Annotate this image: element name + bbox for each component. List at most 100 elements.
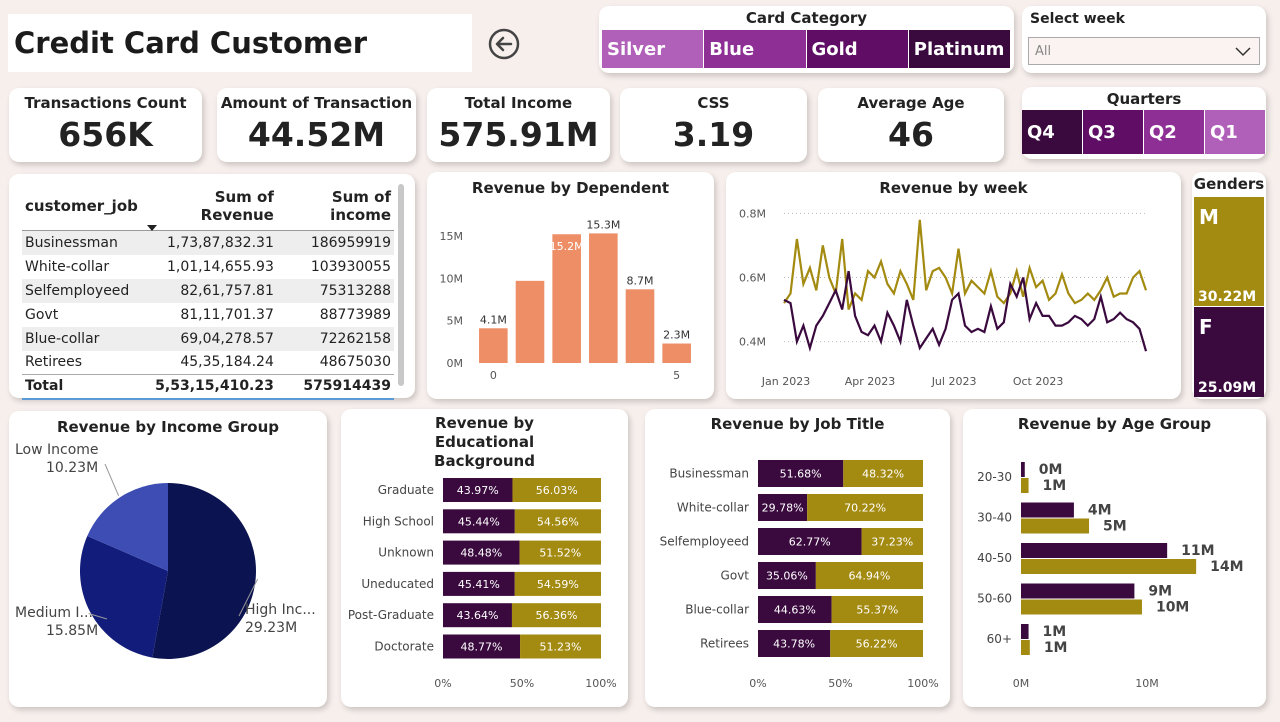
kpi-label: Amount of Transaction [220, 94, 413, 112]
table-row[interactable]: Retirees 45,35,184.24 48675030 [22, 351, 394, 375]
gender-value: 30.22M [1198, 289, 1257, 305]
card-category-chip-platinum[interactable]: Platinum [908, 30, 1011, 68]
bar[interactable] [1021, 502, 1074, 518]
revenue-by-week-card: Revenue by week 0.4M 0.6M 0.8M Jan 2023 Apr … [726, 172, 1181, 399]
table-cell: 45,35,184.24 [180, 354, 274, 371]
bar[interactable] [552, 234, 581, 363]
bar[interactable] [515, 280, 545, 363]
bar[interactable] [1021, 518, 1090, 534]
card-category-chip-blue[interactable]: Blue [704, 30, 807, 68]
column-header-sum-of-income[interactable]: Sum of income [276, 184, 394, 231]
kpi-value: 656K [58, 115, 153, 154]
category-label: White-collar [677, 501, 749, 515]
genders-title: Genders [1193, 175, 1265, 193]
back-arrow-icon[interactable] [488, 28, 520, 60]
slice-label: Low Income [15, 442, 99, 458]
slice-value: 29.23M [245, 620, 297, 636]
category-label: High School [363, 514, 434, 528]
category-label: 40-50 [977, 551, 1012, 565]
gender-tile-f[interactable]: F 25.09M [1194, 307, 1264, 397]
table-row[interactable]: White-collar 1,01,14,655.93 103930055 [22, 255, 394, 279]
category-label: 50-60 [977, 592, 1012, 606]
data-label: 10M [1156, 600, 1189, 616]
segment-label: 43.97% [457, 484, 499, 497]
quarter-chip-q3[interactable]: Q3 [1083, 110, 1144, 154]
category-label: Uneducated [361, 577, 434, 591]
revenue-by-income-group-card: Revenue by Income Group High Inc... 29.23… [9, 411, 327, 707]
bar[interactable] [1021, 640, 1030, 655]
table-total-cell: 5,53,15,410.23 [140, 374, 277, 400]
table-row[interactable]: Selfemployeed 82,61,757.81 75313288 [22, 278, 394, 303]
bar[interactable] [1021, 599, 1142, 615]
quarter-chip-q4[interactable]: Q4 [1022, 110, 1083, 154]
x-tick-label: 50% [510, 677, 534, 690]
bar[interactable] [625, 289, 655, 363]
data-label: 9M [1148, 584, 1172, 600]
y-tick-label: 15M [440, 230, 464, 243]
segment-label: 48.77% [461, 641, 503, 654]
table-cell: 103930055 [310, 258, 391, 275]
bar[interactable] [1021, 559, 1197, 574]
data-label: 14M [1210, 559, 1243, 575]
table-scrollbar[interactable] [398, 184, 404, 386]
bar[interactable] [1021, 478, 1029, 493]
segment-label: 37.23% [871, 536, 913, 549]
column-header-label: Sum of Revenue [200, 188, 274, 224]
x-tick-label: 100% [585, 677, 616, 690]
quarter-chip-q2[interactable]: Q2 [1144, 110, 1205, 154]
gender-tile-m[interactable]: M 30.22M [1194, 197, 1264, 306]
bar[interactable] [1021, 462, 1025, 477]
select-week-dropdown[interactable]: All [1028, 37, 1260, 65]
x-tick-label: 100% [907, 677, 938, 690]
select-week-value: All [1035, 44, 1052, 59]
revenue-by-income-group-chart: High Inc... 29.23M Medium I... 15.85M Low In… [15, 442, 316, 659]
x-tick-label: Jul 2023 [931, 375, 977, 388]
table-cell: Businessman [22, 230, 141, 255]
y-tick-label: 10M [440, 272, 464, 285]
series-line[interactable] [783, 270, 1148, 352]
leader-line [104, 463, 120, 496]
category-label: Unknown [378, 546, 434, 560]
quarter-chip-q1[interactable]: Q1 [1205, 110, 1266, 154]
segment-label: 55.37% [856, 604, 898, 617]
bar[interactable] [662, 343, 691, 363]
bar[interactable] [1021, 543, 1168, 558]
kpi-value: 575.91M [438, 115, 599, 154]
card-category-chip-gold[interactable]: Gold [806, 30, 909, 68]
x-tick-label: 5 [673, 369, 680, 382]
table-cell: Selfemployeed [22, 278, 141, 303]
card-category-chip-silver[interactable]: Silver [602, 30, 705, 68]
segment-label: 62.77% [789, 536, 831, 549]
category-label: Post-Graduate [348, 608, 434, 622]
x-tick-label: Apr 2023 [845, 375, 896, 388]
segment-label: 51.23% [540, 641, 582, 654]
category-label: Doctorate [374, 640, 434, 654]
segment-label: 51.68% [780, 468, 822, 481]
kpi-label: Transactions Count [24, 94, 187, 112]
bar[interactable] [1021, 583, 1135, 599]
quarters-slicer: Quarters Q4 Q3 Q2 Q1 [1022, 87, 1266, 159]
table-total-cell: 575914439 [276, 374, 394, 400]
revenue-by-job-title-chart: Businessman 51.68% 48.32% White-collar 29.78… [660, 460, 939, 690]
x-tick-label: Jan 2023 [761, 375, 810, 388]
revenue-by-education-card: Revenue by Educational Background Gradua… [341, 409, 628, 707]
column-header-sum-of-revenue[interactable]: Sum of Revenue [140, 184, 277, 231]
slice-value: 15.85M [46, 623, 98, 639]
data-label: 2.3M [663, 329, 690, 342]
data-label: 4.1M [480, 313, 507, 326]
column-header-customer-job[interactable]: customer_job [22, 184, 141, 231]
segment-label: 45.41% [458, 578, 500, 591]
bar[interactable] [589, 233, 618, 363]
chevron-down-icon [1235, 47, 1251, 57]
x-tick-label: 0% [749, 677, 766, 690]
data-label: 11M [1181, 543, 1214, 559]
segment-label: 29.78% [762, 502, 804, 515]
bar[interactable] [1021, 624, 1029, 639]
category-label: 30-40 [977, 511, 1012, 525]
chart-title: Revenue by Dependent [471, 179, 670, 197]
table-row[interactable]: Blue-collar 69,04,278.57 72262158 [22, 326, 394, 351]
table-row[interactable]: Govt 81,11,701.37 88773989 [22, 303, 394, 327]
table-row[interactable]: Businessman 1,73,87,832.31 186959919 [22, 230, 394, 255]
segment-label: 56.36% [535, 609, 577, 622]
bar[interactable] [479, 328, 508, 363]
